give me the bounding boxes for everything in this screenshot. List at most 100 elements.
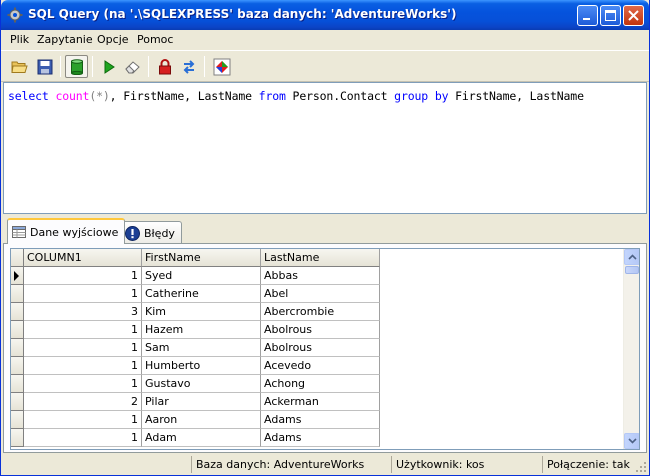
- tab-output-label: Dane wyjściowe: [30, 225, 119, 239]
- table-cell[interactable]: Abercrombie: [261, 303, 380, 321]
- lock-button[interactable]: [153, 55, 176, 78]
- column-header[interactable]: LastName: [261, 249, 380, 267]
- maximize-button[interactable]: [600, 5, 621, 26]
- table-row[interactable]: 2 Pilar Ackerman: [11, 393, 380, 411]
- row-header[interactable]: [11, 429, 24, 447]
- table-cell[interactable]: Abolrous: [261, 321, 380, 339]
- table-cell[interactable]: Abel: [261, 285, 380, 303]
- row-header[interactable]: [11, 285, 24, 303]
- database-button[interactable]: [65, 55, 88, 78]
- table-row[interactable]: 1 Hazem Abolrous: [11, 321, 380, 339]
- window-title: SQL Query (na '.\SQLEXPRESS' baza danych…: [28, 7, 457, 21]
- scroll-down-button[interactable]: [624, 433, 639, 449]
- table-cell[interactable]: Ackerman: [261, 393, 380, 411]
- query-token: count: [55, 89, 90, 103]
- vertical-scrollbar[interactable]: [623, 249, 639, 449]
- clear-button[interactable]: [121, 55, 144, 78]
- close-button[interactable]: [623, 5, 644, 26]
- table-cell[interactable]: Adams: [261, 429, 380, 447]
- column-header[interactable]: COLUMN1: [24, 249, 142, 267]
- table-cell[interactable]: Hazem: [142, 321, 261, 339]
- table-cell[interactable]: 1: [24, 339, 142, 357]
- scroll-up-button[interactable]: [624, 249, 639, 265]
- row-header[interactable]: [11, 321, 24, 339]
- table-cell[interactable]: 3: [24, 303, 142, 321]
- table-cell[interactable]: Achong: [261, 375, 380, 393]
- table-cell[interactable]: 1: [24, 375, 142, 393]
- table-row[interactable]: 1 Humberto Acevedo: [11, 357, 380, 375]
- table-row[interactable]: 1 Syed Abbas: [11, 267, 380, 285]
- app-window: SQL Query (na '.\SQLEXPRESS' baza danych…: [0, 0, 650, 476]
- title-bar[interactable]: SQL Query (na '.\SQLEXPRESS' baza danych…: [1, 0, 649, 30]
- minimize-button[interactable]: [577, 5, 598, 26]
- table-row[interactable]: 1 Sam Abolrous: [11, 339, 380, 357]
- save-disk-icon: [37, 59, 52, 74]
- row-header[interactable]: [11, 375, 24, 393]
- menu-plik[interactable]: Plik: [10, 33, 29, 46]
- table-cell[interactable]: 1: [24, 321, 142, 339]
- run-button[interactable]: [97, 55, 120, 78]
- table-row[interactable]: 1 Aaron Adams: [11, 411, 380, 429]
- table-cell[interactable]: 1: [24, 285, 142, 303]
- tab-errors[interactable]: Błędy: [120, 221, 182, 244]
- row-header[interactable]: [11, 267, 24, 285]
- chevron-up-icon: [627, 254, 637, 260]
- row-header-corner: [11, 249, 24, 267]
- save-button[interactable]: [33, 55, 56, 78]
- tab-errors-label: Błędy: [144, 226, 175, 240]
- table-cell[interactable]: Abbas: [261, 267, 380, 285]
- gear-icon[interactable]: [7, 7, 23, 23]
- table-cell[interactable]: Catherine: [142, 285, 261, 303]
- row-header[interactable]: [11, 339, 24, 357]
- query-text[interactable]: select count(*), FirstName, LastName fro…: [8, 89, 584, 103]
- table-cell[interactable]: 1: [24, 267, 142, 285]
- about-button[interactable]: [210, 55, 233, 78]
- output-panel: COLUMN1 FirstName LastName 1 Syed Abbas 1 Ca…: [3, 243, 647, 453]
- resize-grip-icon[interactable]: [635, 461, 647, 473]
- table-row[interactable]: 1 Catherine Abel: [11, 285, 380, 303]
- table-cell[interactable]: 1: [24, 429, 142, 447]
- table-cell[interactable]: Pilar: [142, 393, 261, 411]
- table-cell[interactable]: Aaron: [142, 411, 261, 429]
- minimize-icon: [583, 18, 590, 20]
- query-editor[interactable]: select count(*), FirstName, LastName fro…: [3, 82, 647, 214]
- chevron-down-icon: [627, 438, 637, 444]
- table-cell[interactable]: Abolrous: [261, 339, 380, 357]
- column-header[interactable]: FirstName: [142, 249, 261, 267]
- table-cell[interactable]: 1: [24, 411, 142, 429]
- table-cell[interactable]: Adams: [261, 411, 380, 429]
- menu-opcje[interactable]: Opcje: [97, 33, 129, 46]
- eraser-icon: [124, 60, 140, 73]
- open-folder-icon: [10, 61, 28, 73]
- run-icon: [104, 59, 115, 74]
- results-grid[interactable]: COLUMN1 FirstName LastName 1 Syed Abbas 1 Ca…: [10, 248, 640, 450]
- row-header[interactable]: [11, 393, 24, 411]
- transfer-button[interactable]: [177, 55, 200, 78]
- table-row[interactable]: 1 Adam Adams: [11, 429, 380, 447]
- grid-icon: [12, 226, 26, 238]
- scroll-thumb[interactable]: [625, 266, 639, 274]
- table-cell[interactable]: Adam: [142, 429, 261, 447]
- table-cell[interactable]: 1: [24, 357, 142, 375]
- table-cell[interactable]: Humberto: [142, 357, 261, 375]
- menu-pomoc[interactable]: Pomoc: [137, 33, 173, 46]
- row-header[interactable]: [11, 303, 24, 321]
- table-cell[interactable]: Syed: [142, 267, 261, 285]
- status-user: Użytkownik: kos: [391, 456, 541, 473]
- query-token: (*): [89, 89, 110, 103]
- table-cell[interactable]: Sam: [142, 339, 261, 357]
- table-cell[interactable]: Acevedo: [261, 357, 380, 375]
- query-token: , FirstName, LastName: [109, 89, 259, 103]
- table-cell[interactable]: Kim: [142, 303, 261, 321]
- table-row[interactable]: 1 Gustavo Achong: [11, 375, 380, 393]
- table-cell[interactable]: Gustavo: [142, 375, 261, 393]
- maximize-icon: [605, 10, 616, 21]
- tab-output[interactable]: Dane wyjściowe: [7, 218, 126, 244]
- menu-zapytanie[interactable]: Zapytanie: [37, 33, 93, 46]
- toolbar-separator: [60, 56, 61, 77]
- table-row[interactable]: 3 Kim Abercrombie: [11, 303, 380, 321]
- open-button[interactable]: [8, 55, 31, 78]
- table-cell[interactable]: 2: [24, 393, 142, 411]
- row-header[interactable]: [11, 411, 24, 429]
- row-header[interactable]: [11, 357, 24, 375]
